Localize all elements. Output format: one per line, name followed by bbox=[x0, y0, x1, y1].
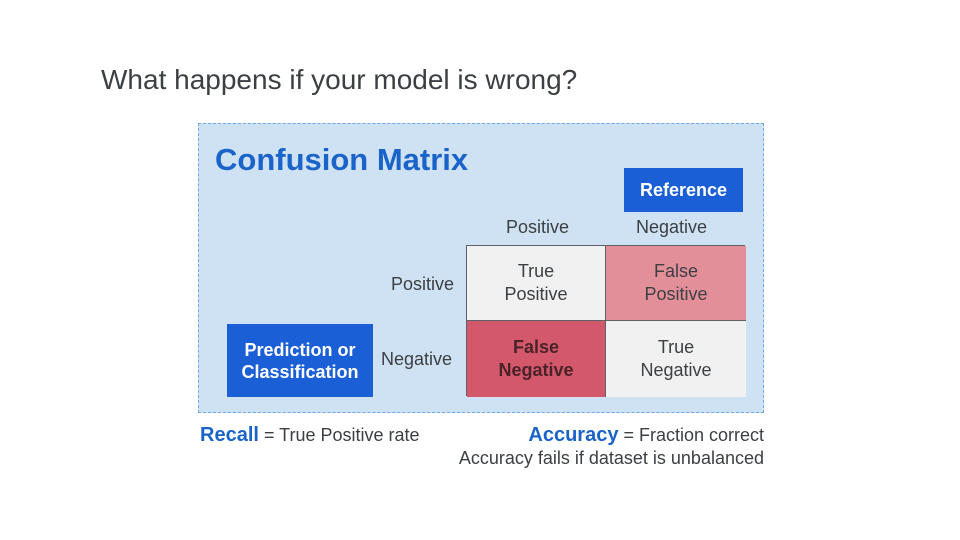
cell-false-positive-line1: False bbox=[653, 261, 698, 281]
prediction-badge: Prediction or Classification bbox=[227, 324, 373, 397]
row-header-positive: Positive bbox=[391, 274, 455, 294]
cell-false-negative: False Negative bbox=[467, 321, 606, 397]
prediction-label-line2: Classification bbox=[241, 361, 359, 382]
column-header-negative: Negative bbox=[636, 217, 708, 237]
recall-description: = True Positive rate bbox=[258, 425, 420, 445]
cell-false-negative-line2: Negative bbox=[498, 360, 574, 380]
recall-definition: Recall = True Positive rate bbox=[200, 424, 420, 447]
accuracy-description: = Fraction correct bbox=[618, 425, 764, 445]
panel-title: Confusion Matrix bbox=[215, 142, 469, 177]
accuracy-note: Accuracy fails if dataset is unbalanced bbox=[458, 448, 764, 468]
cell-false-positive: False Positive bbox=[606, 246, 746, 321]
cell-true-negative-line2: Negative bbox=[640, 360, 712, 380]
column-header-positive: Positive bbox=[506, 217, 570, 237]
confusion-matrix-grid: True Positive False Positive False Negat… bbox=[466, 245, 746, 397]
cell-true-positive: True Positive bbox=[467, 246, 606, 321]
cell-true-negative: True Negative bbox=[606, 321, 746, 397]
cell-true-positive-line2: Positive bbox=[504, 284, 568, 304]
slide-title: What happens if your model is wrong? bbox=[101, 64, 578, 95]
reference-label: Reference bbox=[639, 180, 728, 200]
cell-true-positive-line1: True bbox=[517, 261, 555, 281]
recall-term: Recall bbox=[200, 424, 259, 446]
accuracy-definition: Accuracy = Fraction correct bbox=[528, 424, 764, 447]
row-header-negative: Negative bbox=[381, 349, 453, 369]
reference-badge: Reference bbox=[624, 168, 743, 212]
cell-false-positive-line2: Positive bbox=[644, 284, 708, 304]
cell-false-negative-line1: False bbox=[512, 337, 560, 357]
cell-true-negative-line1: True bbox=[657, 337, 695, 357]
prediction-label-line1: Prediction or bbox=[244, 339, 356, 360]
accuracy-term: Accuracy bbox=[528, 424, 619, 446]
